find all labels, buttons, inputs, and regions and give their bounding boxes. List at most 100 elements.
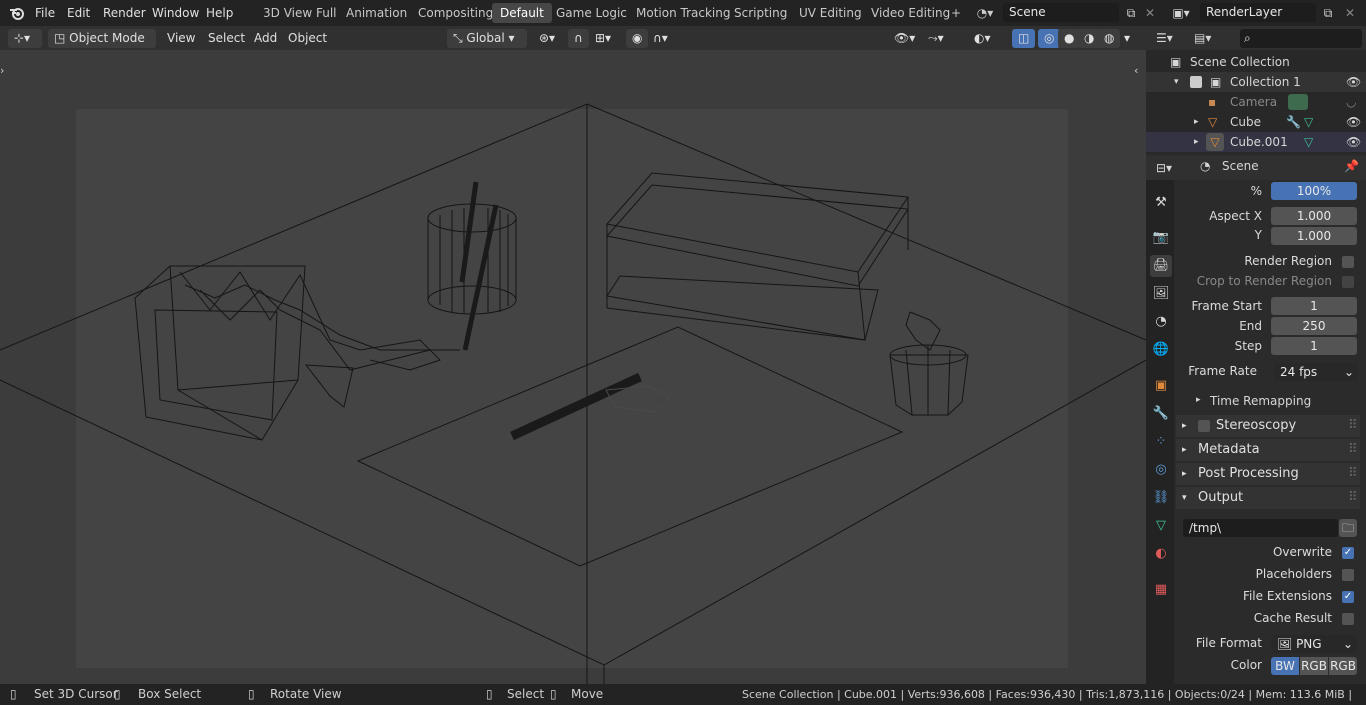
cache-result-checkbox[interactable] bbox=[1342, 613, 1354, 625]
menu-object[interactable]: Object bbox=[282, 29, 333, 48]
post-processing-panel[interactable]: ▸ Post Processing ⠿ bbox=[1176, 463, 1360, 485]
outliner-row-cube[interactable]: ▸ ▽ Cube 🔧 ▽ 👁 bbox=[1146, 112, 1366, 132]
outliner-search-input[interactable]: ⌕ bbox=[1240, 29, 1362, 48]
tab-compositing[interactable]: Compositing bbox=[410, 3, 501, 23]
proportional-edit-icon[interactable]: ◉ bbox=[626, 29, 649, 48]
constraints-tab-icon[interactable]: ⛓ bbox=[1150, 487, 1172, 509]
overwrite-checkbox[interactable]: ✓ bbox=[1342, 547, 1354, 559]
eye-icon[interactable]: 👁 bbox=[1346, 72, 1361, 92]
menu-window[interactable]: Window bbox=[145, 0, 206, 26]
tool-tab-icon[interactable]: ⚒ bbox=[1150, 192, 1172, 214]
frame-start-field[interactable]: 1 bbox=[1271, 297, 1357, 315]
drag-handle-icon[interactable]: ⠿ bbox=[1348, 415, 1358, 437]
orientation-selector[interactable]: ⤡ Global ▾ bbox=[447, 29, 527, 48]
particles-tab-icon[interactable]: ⁘ bbox=[1150, 431, 1172, 453]
scene-tab-icon[interactable]: ◔ bbox=[1150, 311, 1172, 333]
snap-target-icon[interactable]: ⊞▾ bbox=[589, 29, 617, 48]
outliner-row-cube-001[interactable]: ▸ ▽ Cube.001 ▽ 👁 bbox=[1146, 132, 1366, 152]
new-view-layer-icon[interactable]: ⧉ bbox=[1319, 4, 1337, 22]
menu-edit[interactable]: Edit bbox=[60, 0, 97, 26]
aspect-y-field[interactable]: 1.000 bbox=[1271, 227, 1357, 245]
eye-icon[interactable]: 👁 bbox=[1346, 112, 1361, 132]
file-extensions-checkbox[interactable]: ✓ bbox=[1342, 591, 1354, 603]
expand-arrow-icon[interactable]: ▾ bbox=[1174, 72, 1179, 92]
scene-icon[interactable]: ◔▾ bbox=[974, 4, 996, 22]
render-region-checkbox[interactable] bbox=[1342, 256, 1354, 268]
tab-animation[interactable]: Animation bbox=[338, 3, 415, 23]
view-layer-tab-icon[interactable]: 🖼 bbox=[1150, 283, 1172, 305]
outliner-row-collection-1[interactable]: ▾ ▣ Collection 1 👁 bbox=[1146, 72, 1366, 92]
tab-video-editing[interactable]: Video Editing bbox=[863, 3, 958, 23]
tab-scripting[interactable]: Scripting bbox=[726, 3, 795, 23]
menu-view[interactable]: View bbox=[161, 29, 201, 48]
frame-step-field[interactable]: 1 bbox=[1271, 337, 1357, 355]
outliner-row-camera[interactable]: ▪ Camera ◡ bbox=[1146, 92, 1366, 112]
aspect-x-field[interactable]: 1.000 bbox=[1271, 207, 1357, 225]
new-scene-icon[interactable]: ⧉ bbox=[1122, 4, 1140, 22]
overlay-icon[interactable]: ◐▾ bbox=[968, 29, 997, 48]
eye-icon[interactable]: 👁 bbox=[1346, 132, 1361, 152]
placeholders-checkbox[interactable] bbox=[1342, 569, 1354, 581]
output-tab-icon[interactable]: 🖨 bbox=[1150, 255, 1172, 277]
output-panel[interactable]: ▾ Output ⠿ bbox=[1176, 487, 1360, 509]
object-tab-icon[interactable]: ▣ bbox=[1150, 375, 1172, 397]
data-tab-icon[interactable]: ▽ bbox=[1150, 515, 1172, 537]
menu-file[interactable]: File bbox=[28, 0, 62, 26]
toolbar-expand-icon[interactable]: › bbox=[0, 64, 10, 77]
tab-game-logic[interactable]: Game Logic bbox=[548, 3, 635, 23]
expand-arrow-icon[interactable]: ▸ bbox=[1194, 112, 1199, 132]
mode-selector[interactable]: ◳ Object Mode ▾ bbox=[48, 29, 156, 64]
tab-3d-view-full[interactable]: 3D View Full bbox=[255, 3, 345, 23]
time-remapping-panel[interactable]: Time Remapping bbox=[1210, 394, 1311, 408]
menu-select[interactable]: Select bbox=[202, 29, 251, 48]
editor-type-icon[interactable]: ⊹▾ bbox=[8, 29, 42, 48]
color-bw-button[interactable]: BW bbox=[1271, 657, 1299, 675]
crop-region-checkbox[interactable] bbox=[1342, 276, 1354, 288]
3d-viewport[interactable]: › ‹ bbox=[0, 50, 1146, 684]
metadata-panel[interactable]: ▸ Metadata ⠿ bbox=[1176, 439, 1360, 461]
folder-icon[interactable]: 🗀 bbox=[1339, 519, 1357, 537]
expand-arrow-icon[interactable]: ▸ bbox=[1196, 395, 1201, 405]
properties-editor-icon[interactable]: ⊟▾ bbox=[1156, 159, 1184, 177]
eye-closed-icon[interactable]: ◡ bbox=[1346, 92, 1356, 112]
color-rgba-button[interactable]: RGB bbox=[1329, 657, 1357, 675]
drag-handle-icon[interactable]: ⠿ bbox=[1348, 439, 1358, 461]
gizmo-icon[interactable]: ⤳▾ bbox=[922, 29, 950, 48]
xray-icon[interactable]: ◫ bbox=[1012, 29, 1036, 48]
stereoscopy-panel[interactable]: ▸ Stereoscopy ⠿ bbox=[1176, 415, 1360, 437]
view-layer-selector[interactable]: RenderLayer bbox=[1200, 3, 1316, 22]
pin-icon[interactable]: 📌 bbox=[1344, 159, 1359, 173]
visibility-icon[interactable]: 👁▾ bbox=[888, 29, 921, 48]
file-format-dropdown[interactable]: 🖼 PNG ⌄ bbox=[1271, 635, 1357, 653]
falloff-icon[interactable]: ∩▾ bbox=[647, 29, 674, 48]
delete-view-layer-icon[interactable]: ✕ bbox=[1342, 4, 1358, 22]
menu-help[interactable]: Help bbox=[199, 0, 240, 26]
outliner-row-scene-collection[interactable]: ▣ Scene Collection bbox=[1146, 52, 1366, 72]
frame-end-field[interactable]: 250 bbox=[1271, 317, 1357, 335]
delete-scene-icon[interactable]: ✕ bbox=[1142, 4, 1158, 22]
physics-tab-icon[interactable]: ◎ bbox=[1150, 459, 1172, 481]
stereoscopy-checkbox[interactable] bbox=[1198, 420, 1210, 432]
view-layer-icon[interactable]: ▣▾ bbox=[1168, 4, 1194, 22]
world-tab-icon[interactable]: 🌐 bbox=[1150, 339, 1172, 361]
tab-uv-editing[interactable]: UV Editing bbox=[791, 3, 870, 23]
pivot-point-icon[interactable]: ⊛▾ bbox=[533, 29, 561, 48]
texture-tab-icon[interactable]: ▦ bbox=[1150, 579, 1172, 601]
shading-options-icon[interactable]: ▾ bbox=[1118, 29, 1136, 48]
drag-handle-icon[interactable]: ⠿ bbox=[1348, 487, 1358, 509]
material-tab-icon[interactable]: ◐ bbox=[1150, 543, 1172, 565]
tab-motion-tracking[interactable]: Motion Tracking bbox=[628, 3, 738, 23]
collection-checkbox[interactable] bbox=[1190, 76, 1202, 88]
frame-rate-dropdown[interactable]: 24 fps ⌄ bbox=[1274, 363, 1358, 381]
snap-toggle-icon[interactable]: ∩ bbox=[568, 29, 589, 48]
display-mode-icon[interactable]: ▤▾ bbox=[1194, 29, 1222, 47]
tab-default[interactable]: Default bbox=[492, 3, 552, 23]
resolution-percent-slider[interactable]: 100% bbox=[1271, 182, 1357, 200]
outliner-editor-icon[interactable]: ☰▾ bbox=[1156, 29, 1184, 47]
expand-arrow-icon[interactable]: ▸ bbox=[1194, 132, 1199, 152]
sidebar-expand-icon[interactable]: ‹ bbox=[1134, 64, 1144, 77]
output-path-input[interactable]: /tmp\ bbox=[1183, 519, 1338, 537]
render-tab-icon[interactable]: 📷 bbox=[1150, 227, 1172, 249]
drag-handle-icon[interactable]: ⠿ bbox=[1348, 463, 1358, 485]
add-workspace-icon[interactable]: + bbox=[947, 3, 965, 23]
